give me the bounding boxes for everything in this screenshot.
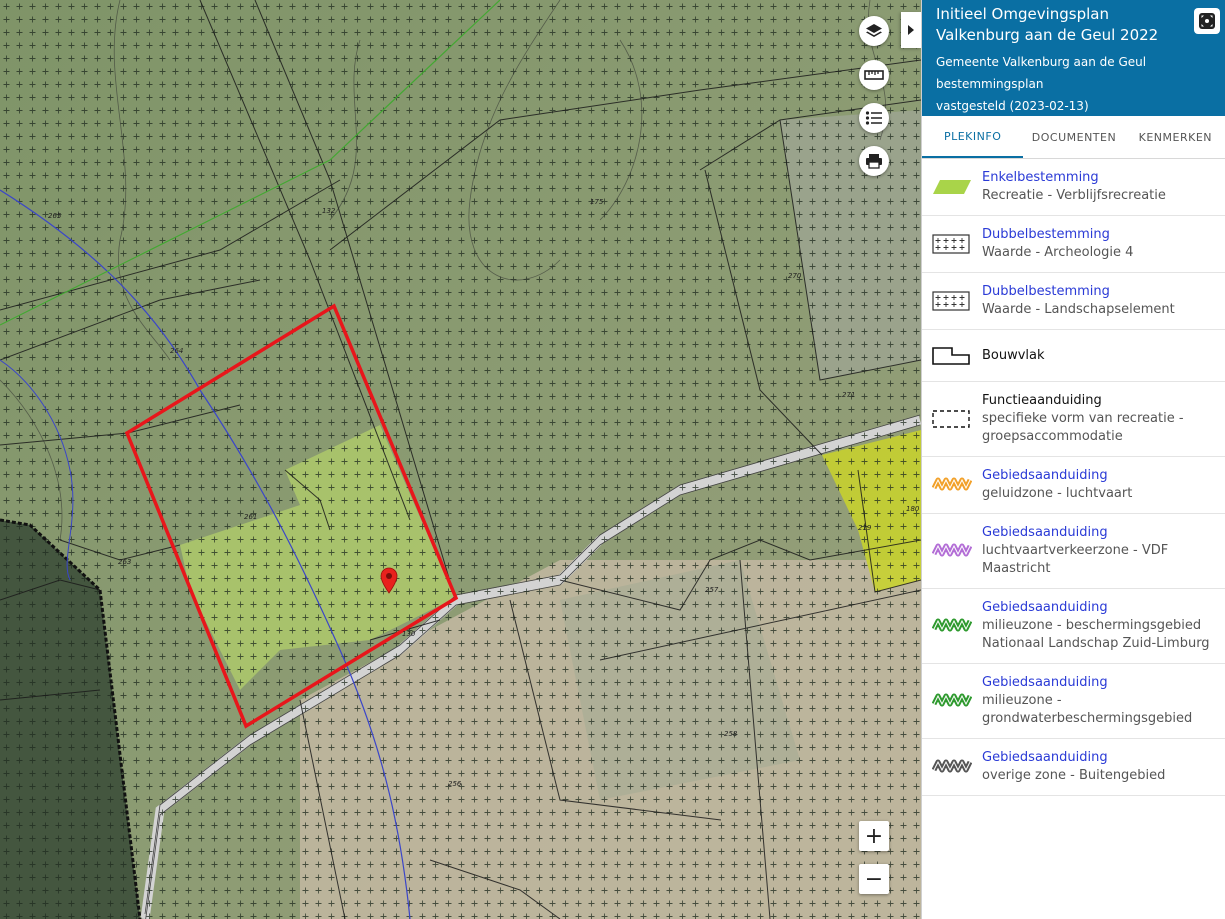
list-item: Bouwvlak: [922, 330, 1225, 382]
list-item: Gebiedsaanduiding luchtvaartverkeerzone -…: [922, 514, 1225, 589]
tab-kenmerken[interactable]: KENMERKEN: [1125, 116, 1225, 158]
entry-subtitle: Recreatie - Verblijfsrecreatie: [982, 188, 1166, 203]
entry-title: Functieaanduiding: [982, 393, 1102, 408]
entry-title-link[interactable]: Gebiedsaanduiding: [982, 749, 1165, 767]
entry-title-link[interactable]: Dubbelbestemming: [982, 226, 1133, 244]
parcel-label: 130: [402, 630, 416, 638]
zigzag-orange-icon: [932, 477, 972, 491]
legend-button[interactable]: [859, 103, 889, 133]
entry-title-link[interactable]: Gebiedsaanduiding: [982, 599, 1216, 617]
parcel-label: 257: [705, 586, 719, 594]
entry-subtitle: overige zone - Buitengebied: [982, 768, 1166, 783]
parcel-label: 263: [118, 558, 131, 566]
tab-plekinfo[interactable]: PLEKINFO: [922, 116, 1024, 158]
print-button[interactable]: [859, 146, 889, 176]
printer-icon: [866, 154, 882, 169]
tab-documenten[interactable]: DOCUMENTEN: [1023, 116, 1124, 158]
list-item: Dubbelbestemming Waarde - Landschapseleme…: [922, 273, 1225, 330]
layers-button[interactable]: [859, 16, 889, 46]
zigzag-green-icon: [932, 693, 972, 707]
entry-title-link[interactable]: Gebiedsaanduiding: [982, 524, 1216, 542]
entry-subtitle: geluidzone - luchtvaart: [982, 486, 1133, 501]
parcel-label: 258: [724, 730, 738, 738]
zoom-in-button[interactable]: +: [859, 821, 889, 851]
chevron-right-icon: [908, 25, 914, 35]
plan-status: vastgesteld (2023-02-13): [936, 99, 1089, 113]
zoom-out-button[interactable]: −: [859, 864, 889, 894]
parcel-label: 132: [322, 207, 336, 215]
map-canvas[interactable]: 265 132 175 264 270 271 261 263 130 257 …: [0, 0, 921, 919]
parcel-label: 265: [48, 212, 62, 220]
list-item: Dubbelbestemming Waarde - Archeologie 4: [922, 216, 1225, 273]
parcel-label: 180: [906, 505, 920, 513]
dashed-rect-icon: [932, 410, 970, 428]
zigzag-green-icon: [932, 618, 972, 632]
enkelbestemming-swatch-icon: [933, 180, 971, 194]
layers-icon: [866, 24, 882, 37]
list-item: Functieaanduiding specifieke vorm van rec…: [922, 382, 1225, 457]
zoom-to-extent-button[interactable]: [1194, 8, 1220, 34]
list-item: Gebiedsaanduiding overige zone - Buitenge…: [922, 739, 1225, 796]
entry-subtitle: luchtvaartverkeerzone - VDF Maastricht: [982, 543, 1169, 576]
plan-title: Initieel Omgevingsplan Valkenburg aan de…: [936, 5, 1159, 44]
plan-header: Initieel Omgevingsplan Valkenburg aan de…: [922, 0, 1225, 116]
entry-title-link[interactable]: Enkelbestemming: [982, 169, 1166, 187]
bouwvlak-icon: [932, 346, 970, 365]
plekinfo-list: Enkelbestemming Recreatie - Verblijfsrecr…: [922, 159, 1225, 796]
entry-subtitle: Waarde - Archeologie 4: [982, 245, 1134, 260]
entry-subtitle: Waarde - Landschapselement: [982, 302, 1175, 317]
info-panel: Initieel Omgevingsplan Valkenburg aan de…: [921, 0, 1225, 919]
list-item: Gebiedsaanduiding milieuzone - beschermin…: [922, 589, 1225, 664]
parcel-label: 219: [858, 524, 872, 532]
zigzag-purple-icon: [932, 543, 972, 557]
plus-grid-icon: [932, 234, 970, 254]
list-item: Gebiedsaanduiding geluidzone - luchtvaart: [922, 457, 1225, 514]
entry-title-link[interactable]: Gebiedsaanduiding: [982, 674, 1216, 692]
plan-municipality: Gemeente Valkenburg aan de Geul: [936, 55, 1147, 69]
parcel-label: 271: [842, 391, 855, 399]
plan-type: bestemmingsplan: [936, 77, 1044, 91]
parcel-label: 256: [448, 780, 462, 788]
entry-title-link[interactable]: Dubbelbestemming: [982, 283, 1175, 301]
ruler-icon: [864, 70, 884, 80]
list-icon: [865, 111, 882, 125]
zoom-to-extent-icon: [1199, 13, 1215, 29]
parcel-label: 264: [170, 347, 183, 355]
entry-subtitle: milieuzone - grondwaterbeschermingsgebie…: [982, 693, 1193, 726]
list-item: Enkelbestemming Recreatie - Verblijfsrecr…: [922, 159, 1225, 216]
collapse-panel-button[interactable]: [901, 12, 921, 48]
measure-button[interactable]: [859, 60, 889, 90]
parcel-label: 270: [788, 272, 802, 280]
zigzag-grey-icon: [932, 759, 972, 773]
parcel-label: 261: [244, 513, 257, 521]
plus-grid-icon: [932, 291, 970, 311]
entry-subtitle: specifieke vorm van recreatie - groepsac…: [982, 411, 1184, 444]
entry-title-link[interactable]: Gebiedsaanduiding: [982, 467, 1132, 485]
list-item: Gebiedsaanduiding milieuzone - grondwater…: [922, 664, 1225, 739]
panel-tabs: PLEKINFO DOCUMENTEN KENMERKEN: [922, 116, 1225, 159]
parcel-label: 175: [590, 198, 604, 206]
map-view[interactable]: 265 132 175 264 270 271 261 263 130 257 …: [0, 0, 921, 919]
entry-title: Bouwvlak: [982, 347, 1045, 363]
entry-subtitle: milieuzone - beschermingsgebied Nationaa…: [982, 618, 1210, 651]
